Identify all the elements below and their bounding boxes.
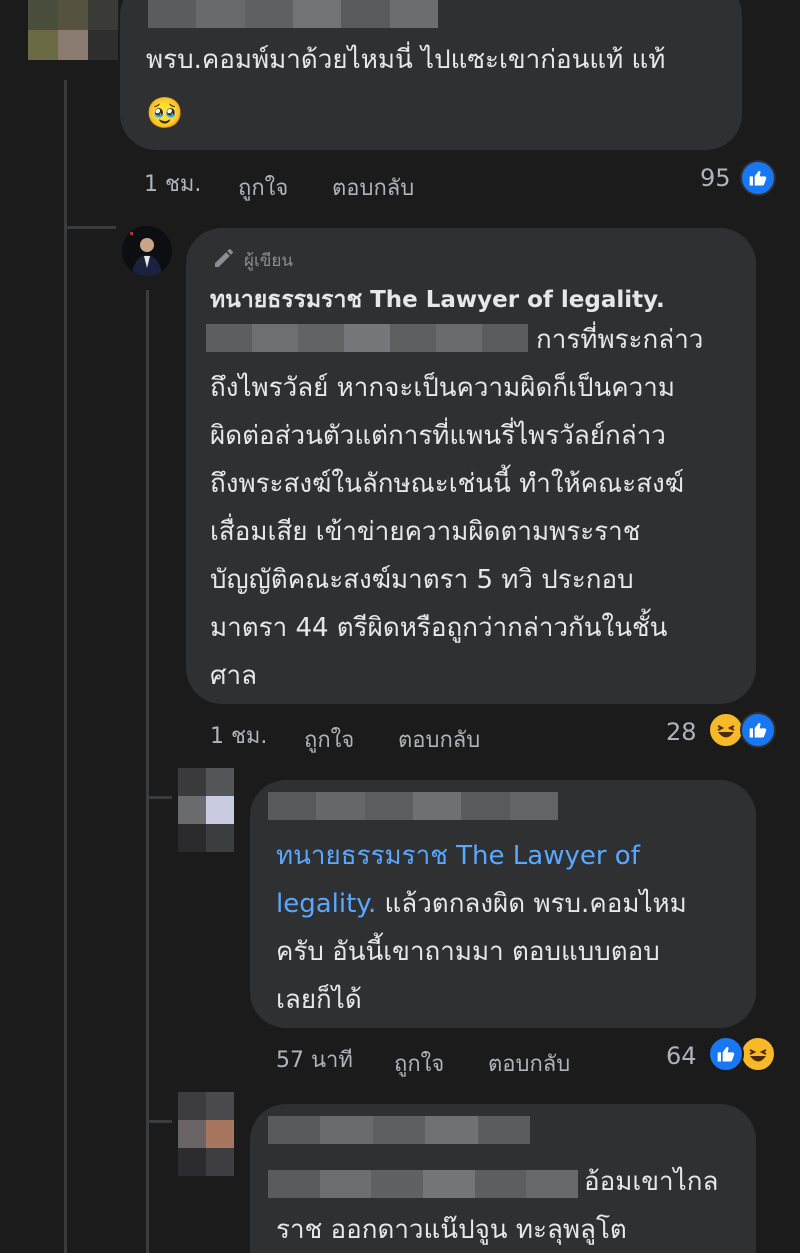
mention-3-redacted[interactable] xyxy=(268,1170,578,1198)
commenter-1-avatar[interactable] xyxy=(28,0,118,60)
reply-2-time[interactable]: 57 นาที xyxy=(276,1042,353,1077)
reply-2-like-button[interactable]: ถูกใจ xyxy=(394,1046,444,1081)
reply-1-line-6: บัญญัติคณะสงฆ์มาตรา 5 ทวิ ประกอบ xyxy=(210,565,634,595)
reply-2-line-4: เลยก็ได้ xyxy=(276,985,362,1015)
reply-1-reply-button[interactable]: ตอบกลับ xyxy=(398,722,480,757)
commenter-3-avatar[interactable] xyxy=(178,1092,234,1176)
thread-line-branch-2 xyxy=(146,796,172,799)
reply-2-reaction-count[interactable]: 64 xyxy=(666,1042,697,1070)
reply-2-reply-button[interactable]: ตอบกลับ xyxy=(488,1046,570,1081)
comment-1-time[interactable]: 1 ชม. xyxy=(144,166,201,201)
comment-1-reaction-count[interactable]: 95 xyxy=(700,164,731,192)
mention-redacted[interactable] xyxy=(206,324,528,352)
pen-icon xyxy=(212,246,236,275)
thread-line-sub xyxy=(146,290,149,1253)
thread-line-branch-3 xyxy=(146,1120,172,1123)
commenter-3-name-redacted[interactable] xyxy=(268,1116,530,1144)
author-badge: ผู้เขียน xyxy=(212,246,293,275)
comment-1-text: พรบ.คอมพ์มาด้วยไหมนี่ ไปแซะเขาก่อนแท้ แท… xyxy=(146,45,666,75)
reply-1-line-3: ผิดต่อส่วนตัวแต่การที่แพนรี่ไพรวัลย์กล่า… xyxy=(210,421,666,451)
mention-link[interactable]: ทนายธรรมราช The Lawyer of xyxy=(276,841,640,871)
like-icon[interactable] xyxy=(708,1036,744,1072)
reply-1-line-7: มาตรา 44 ตรีผิดหรือถูกว่ากล่าวกันในชั้น xyxy=(210,613,668,643)
commenter-1-name-redacted[interactable] xyxy=(148,0,438,28)
reply-3-line-1: อ้อมเขาไกล xyxy=(584,1167,719,1197)
reply-2-text-2: แล้วตกลงผิด พรบ.คอมไหม xyxy=(376,889,687,919)
comment-1-like-button[interactable]: ถูกใจ xyxy=(238,170,288,205)
like-icon[interactable] xyxy=(740,160,776,196)
comment-1-reply-button[interactable]: ตอบกลับ xyxy=(332,170,414,205)
reply-3-line-2: ราช ออกดาวแน๊ปจูน ทะลุพลูโต xyxy=(276,1215,627,1245)
author-avatar[interactable] xyxy=(122,226,172,276)
reply-2-line-3: ครับ อันนี้เขาถามมา ตอบแบบตอบ xyxy=(276,937,660,967)
author-badge-label: ผู้เขียน xyxy=(244,251,293,271)
reply-1-line-8: ศาล xyxy=(210,661,258,691)
commenter-2-avatar[interactable] xyxy=(178,768,234,852)
reply-2-line-2: legality. แล้วตกลงผิด พรบ.คอมไหม xyxy=(276,880,687,928)
reply-2-line-1: ทนายธรรมราช The Lawyer of xyxy=(276,832,640,880)
mention-link-cont[interactable]: legality. xyxy=(276,889,376,919)
pleading-face-emoji: 🥹 xyxy=(146,96,184,131)
like-icon[interactable] xyxy=(740,712,776,748)
reply-1-author-name[interactable]: ทนายธรรมราช The Lawyer of legality. xyxy=(210,282,665,318)
reply-1-line-2: ถึงไพรวัลย์ หากจะเป็นความผิดก็เป็นความ xyxy=(210,373,675,403)
thread-line-branch-1 xyxy=(64,226,116,229)
reply-1-line-1: การที่พระกล่าว xyxy=(536,325,704,355)
reply-1-reaction-count[interactable]: 28 xyxy=(666,718,697,746)
thread-line-main xyxy=(64,80,67,1253)
reply-1-line-5: เสื่อมเสีย เข้าข่ายความผิดตามพระราช xyxy=(210,517,641,547)
reply-1-time[interactable]: 1 ชม. xyxy=(210,718,267,753)
commenter-2-name-redacted[interactable] xyxy=(268,792,558,820)
reply-1-line-4: ถึงพระสงฆ์ในลักษณะเช่นนี้ ทำให้คณะสงฆ์ xyxy=(210,469,684,499)
reply-1-like-button[interactable]: ถูกใจ xyxy=(304,722,354,757)
haha-icon[interactable] xyxy=(708,712,744,748)
haha-icon[interactable] xyxy=(740,1036,776,1072)
